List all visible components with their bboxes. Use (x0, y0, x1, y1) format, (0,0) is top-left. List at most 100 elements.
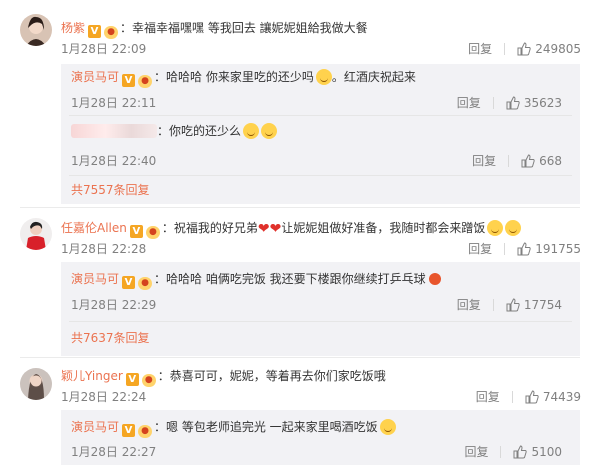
more-replies-link[interactable]: 共7637条回复 (71, 329, 150, 346)
level-badge-icon: ● (138, 75, 153, 88)
reply-text: 嗯 等包老师追完光 一起来家里喝酒吃饭 (166, 420, 378, 434)
comment-actions: 回复 249805 (468, 41, 581, 57)
ping-pong-icon (428, 273, 441, 285)
reply-actions: 回复 35623 (457, 95, 562, 111)
like-count: 191755 (535, 242, 581, 256)
drool-emoji-icon (261, 123, 278, 139)
comment-body: 杨紫 V ● ：幸福幸福嘿嘿 等我回去 讓妮妮姐給我做大餐 (61, 21, 368, 39)
divider (492, 97, 494, 109)
reply-text: 哈哈哈 你来家里吃的还少吗 (166, 70, 314, 84)
avatar[interactable] (20, 368, 52, 400)
comment-time: 1月28日 22:09 (61, 42, 147, 56)
thumbs-up-icon (517, 242, 531, 256)
divider (500, 446, 502, 458)
thumbs-up-icon (506, 298, 520, 312)
thumbs-up-icon (513, 445, 528, 459)
reply-button[interactable]: 回复 (476, 390, 500, 404)
verified-badge-icon: V (125, 373, 139, 386)
verified-badge-icon: V (122, 74, 136, 87)
like-count: 35623 (523, 96, 562, 110)
level-badge-icon: ● (138, 277, 153, 290)
avatar[interactable] (20, 14, 52, 46)
reply-time: 1月28日 22:29 (71, 298, 157, 312)
blurred-username (71, 124, 157, 138)
reply-actions: 回复 668 (472, 153, 562, 169)
reply-actions: 回复 17754 (457, 297, 562, 313)
grin-emoji-icon (379, 419, 396, 435)
like-count: 5100 (531, 445, 562, 459)
drool-emoji-icon (243, 123, 260, 139)
reply-text: 你吃的还少么 (169, 124, 242, 138)
avatar[interactable] (20, 218, 52, 250)
reply-time: 1月28日 22:40 (71, 154, 157, 168)
comment-time: 1月28日 22:24 (61, 390, 147, 404)
heart-icon: ❤ (257, 221, 270, 237)
replies-box: 演员马可 V ● ：哈哈哈 咱俩吃完饭 我还要下楼跟你继续打乒乓球 1月28日 22:… (61, 262, 580, 356)
username-link[interactable]: 任嘉伦Allen (61, 221, 127, 235)
comment-text: 幸福幸福嘿嘿 等我回去 讓妮妮姐給我做大餐 (132, 21, 368, 35)
grin-emoji-icon (505, 220, 522, 236)
level-badge-icon: ● (145, 226, 160, 239)
reply-text-suffix: 。红酒庆祝起来 (331, 70, 416, 84)
divider (69, 321, 572, 322)
thumbs-up-icon (506, 96, 520, 110)
verified-badge-icon: V (122, 424, 136, 437)
username-link[interactable]: 演员马可 (71, 70, 119, 84)
like-count: 668 (539, 154, 562, 168)
verified-badge-icon: V (88, 25, 102, 38)
grin-emoji-icon (487, 220, 504, 236)
comment-body: 颖儿Yinger V ● ：恭喜可可，妮妮，等着再去你们家吃饭哦 (61, 369, 386, 387)
like-button[interactable]: 668 (521, 154, 562, 168)
comment-time: 1月28日 22:28 (61, 242, 147, 256)
thumbs-up-icon (521, 154, 535, 168)
reply-time: 1月28日 22:27 (71, 445, 157, 459)
like-count: 74439 (542, 390, 581, 404)
level-badge-icon: ● (104, 26, 119, 39)
verified-badge-icon: V (122, 276, 136, 289)
reply-time: 1月28日 22:11 (71, 96, 157, 110)
laugh-emoji-icon (315, 69, 332, 85)
username-link[interactable]: 杨紫 (61, 21, 85, 35)
comment-text: 祝福我的好兄弟 (173, 221, 258, 235)
divider (508, 155, 510, 167)
like-count: 17754 (523, 298, 562, 312)
divider (504, 43, 506, 55)
divider (69, 175, 572, 176)
like-button[interactable]: 191755 (517, 242, 581, 256)
level-badge-icon: ● (141, 374, 156, 387)
divider (504, 243, 506, 255)
username-link[interactable]: 颖儿Yinger (61, 369, 123, 383)
like-button[interactable]: 74439 (525, 390, 581, 404)
level-badge-icon: ● (138, 425, 153, 438)
username-link[interactable]: 演员马可 (71, 420, 119, 434)
comment-actions: 回复 74439 (476, 389, 581, 405)
like-button[interactable]: 17754 (506, 298, 562, 312)
comment-body: 任嘉伦Allen V ● ：祝福我的好兄弟❤❤让妮妮姐做好准备，我随时都会来蹭饭 (61, 219, 522, 239)
more-replies-link[interactable]: 共7557条回复 (71, 181, 150, 198)
reply-button[interactable]: 回复 (457, 298, 481, 312)
reply-button[interactable]: 回复 (468, 242, 492, 256)
divider (511, 391, 513, 403)
like-button[interactable]: 35623 (506, 96, 562, 110)
reply-button[interactable]: 回复 (464, 445, 488, 459)
like-button[interactable]: 249805 (517, 42, 581, 56)
comment-actions: 回复 191755 (468, 241, 581, 257)
reply-button[interactable]: 回复 (468, 42, 492, 56)
thumbs-up-icon (525, 390, 539, 404)
reply-actions: 回复 5100 (464, 444, 562, 460)
comment-text: 恭喜可可，妮妮，等着再去你们家吃饭哦 (169, 369, 386, 383)
reply-button[interactable]: 回复 (457, 96, 481, 110)
comment-text-suffix: 让妮妮姐做好准备，我随时都会来蹭饭 (281, 221, 486, 235)
replies-box: 演员马可 V ● ：哈哈哈 你来家里吃的还少吗 。红酒庆祝起来 1月28日 22:11 … (61, 64, 580, 204)
like-button[interactable]: 5100 (513, 445, 562, 459)
thread-divider (20, 357, 580, 358)
reply-text: 哈哈哈 咱俩吃完饭 我还要下楼跟你继续打乒乓球 (166, 272, 426, 286)
thumbs-up-icon (517, 42, 531, 56)
reply-button[interactable]: 回复 (472, 154, 496, 168)
replies-box: 演员马可 V ● ：嗯 等包老师追完光 一起来家里喝酒吃饭 1月28日 22:27 回… (61, 410, 580, 465)
thread-divider (20, 207, 580, 208)
divider (492, 299, 494, 311)
like-count: 249805 (535, 42, 581, 56)
heart-icon: ❤ (269, 221, 282, 237)
username-link[interactable]: 演员马可 (71, 272, 119, 286)
